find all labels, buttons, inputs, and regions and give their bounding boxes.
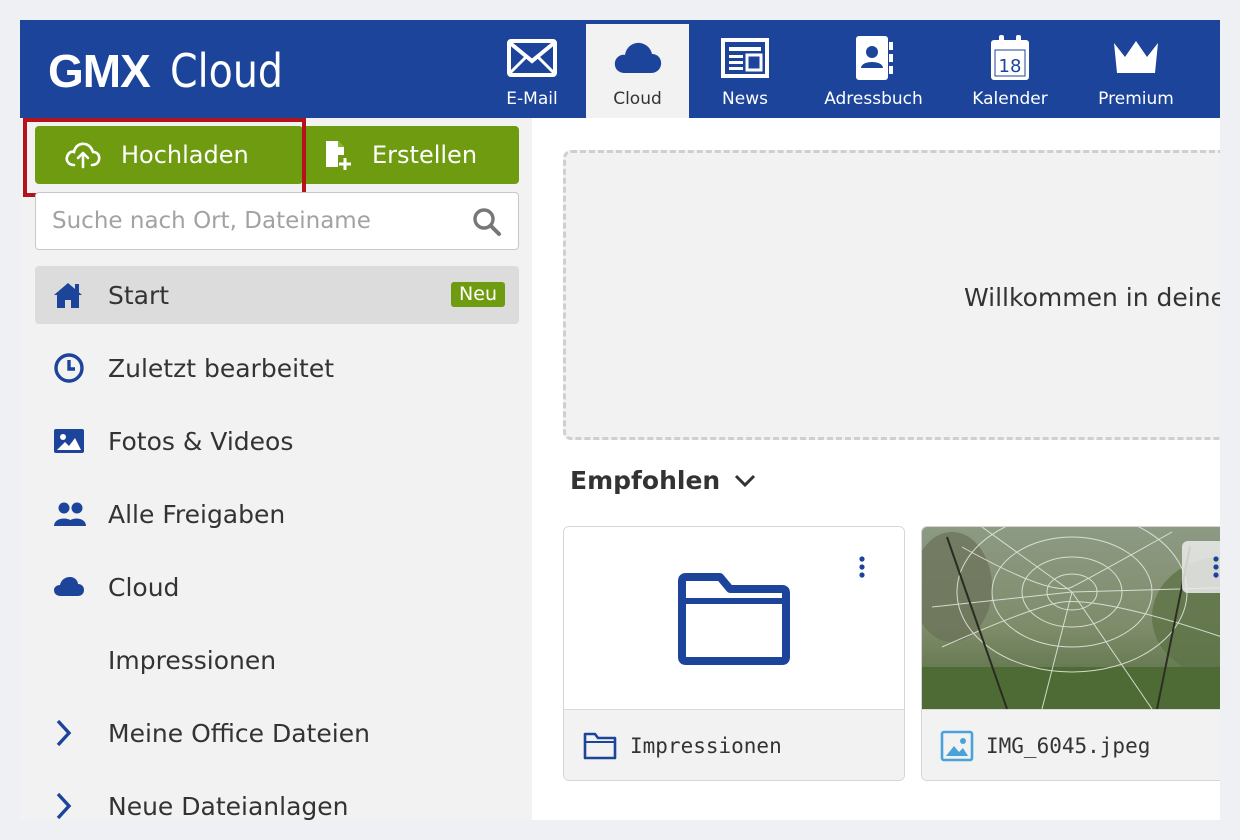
nav-label: News <box>722 89 768 109</box>
gmx-cloud-logo[interactable]: GMX Cloud <box>48 44 301 98</box>
create-label: Erstellen <box>372 141 478 169</box>
nav-label: E-Mail <box>506 89 558 109</box>
sidebar-item-label: Neue Dateianlagen <box>108 791 349 821</box>
sidebar-item-attachments[interactable]: Neue Dateianlagen <box>35 777 519 820</box>
nav-item-calendar[interactable]: 18 Kalender <box>946 20 1074 118</box>
new-badge: Neu <box>451 282 505 307</box>
more-options-icon[interactable] <box>858 555 866 579</box>
file-card-image[interactable]: IMG_6045.jpeg <box>921 526 1220 781</box>
image-file-icon <box>940 730 974 762</box>
app-window: GMX Cloud E-Mail Cloud News Adressbuch 1… <box>20 20 1220 820</box>
sidebar-item-cloud[interactable]: Cloud <box>35 558 519 616</box>
chevron-down-icon <box>735 474 756 487</box>
search-box <box>35 192 519 250</box>
sidebar-item-label: Impressionen <box>108 645 277 675</box>
sidebar-item-label: Start <box>108 280 170 310</box>
folder-icon <box>678 573 790 665</box>
users-icon <box>53 501 93 527</box>
product-name: Cloud <box>169 44 283 98</box>
sidebar-item-recent[interactable]: Zuletzt bearbeitet <box>35 339 519 397</box>
section-title: Empfohlen <box>570 466 721 495</box>
chevron-right-icon[interactable] <box>53 718 93 748</box>
welcome-text: Willkommen in deine <box>964 283 1220 312</box>
chevron-right-icon[interactable] <box>53 791 93 820</box>
sidebar-item-photos[interactable]: Fotos & Videos <box>35 412 519 470</box>
nav-item-premium[interactable]: Premium <box>1074 20 1198 118</box>
crown-icon <box>1111 35 1161 81</box>
upload-highlight-frame <box>23 118 306 197</box>
more-options-button[interactable] <box>1182 541 1220 593</box>
image-icon <box>53 428 93 454</box>
sidebar-item-label: Zuletzt bearbeitet <box>108 353 335 383</box>
home-icon <box>53 281 93 309</box>
sidebar-item-label: Meine Office Dateien <box>108 718 370 748</box>
spider-web-photo <box>922 527 1220 710</box>
envelope-icon <box>507 35 557 81</box>
nav-label: Cloud <box>613 89 662 109</box>
search-icon[interactable] <box>472 207 502 237</box>
welcome-dropzone[interactable]: Willkommen in deine <box>563 150 1220 440</box>
file-name: Impressionen <box>630 734 782 758</box>
addressbook-icon <box>854 35 894 81</box>
nav-label: Premium <box>1098 89 1174 109</box>
sidebar-item-label: Alle Freigaben <box>108 499 286 529</box>
card-footer: IMG_6045.jpeg <box>922 709 1220 780</box>
cloud-icon <box>613 35 663 81</box>
file-name: IMG_6045.jpeg <box>986 734 1151 758</box>
more-options-icon <box>1213 556 1219 578</box>
nav-item-addressbook[interactable]: Adressbuch <box>801 20 946 118</box>
main-nav: E-Mail Cloud News Adressbuch 18 Kalender… <box>478 20 1198 118</box>
section-recommended-toggle[interactable]: Empfohlen <box>570 466 756 495</box>
folder-thumbnail <box>564 527 904 709</box>
clock-icon <box>53 352 93 384</box>
new-file-icon <box>326 141 351 170</box>
sidebar-item-shares[interactable]: Alle Freigaben <box>35 485 519 543</box>
sidebar-item-start[interactable]: Start Neu <box>35 266 519 324</box>
sidebar-item-office-files[interactable]: Meine Office Dateien <box>35 704 519 762</box>
create-button[interactable]: Erstellen <box>303 126 519 184</box>
sidebar-item-label: Fotos & Videos <box>108 426 294 456</box>
nav-item-cloud[interactable]: Cloud <box>586 24 689 118</box>
newspaper-icon <box>721 35 769 81</box>
nav-label: Adressbuch <box>824 89 923 109</box>
sidebar-menu: Start Neu Zuletzt bearbeitet Fotos & Vid… <box>35 266 519 820</box>
sidebar-item-impressionen[interactable]: Impressionen <box>35 631 519 689</box>
image-thumbnail <box>922 527 1220 710</box>
nav-item-email[interactable]: E-Mail <box>478 20 586 118</box>
card-footer: Impressionen <box>564 709 904 780</box>
sidebar-item-label: Cloud <box>108 572 180 602</box>
nav-label: Kalender <box>972 89 1048 109</box>
main-content: Willkommen in deine Empfohlen Impression… <box>532 118 1220 820</box>
folder-icon <box>583 732 617 760</box>
brand-name: GMX <box>48 45 151 97</box>
file-card-folder[interactable]: Impressionen <box>563 526 905 781</box>
sidebar: Hochladen Erstellen Suche nach Ort, Date… <box>20 118 532 820</box>
search-input[interactable] <box>52 208 452 234</box>
calendar-day: 18 <box>998 56 1022 77</box>
nav-item-news[interactable]: News <box>689 20 801 118</box>
top-bar: GMX Cloud E-Mail Cloud News Adressbuch 1… <box>20 20 1220 118</box>
calendar-icon: 18 <box>989 35 1031 81</box>
cloud-icon <box>53 576 93 598</box>
